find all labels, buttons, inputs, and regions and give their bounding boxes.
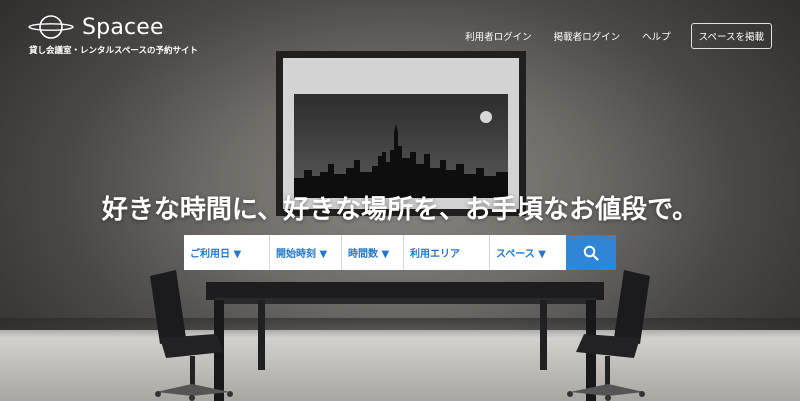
space-type-select[interactable]: スペース ▼: [490, 235, 566, 270]
hours-select[interactable]: 時間数 ▼: [342, 235, 404, 270]
search-bar: ご利用日 ▼ 開始時刻 ▼ 時間数 ▼ 利用エリア スペース ▼: [184, 235, 616, 270]
start-time-select[interactable]: 開始時刻 ▼: [270, 235, 342, 270]
floor-shadow: [0, 318, 800, 338]
planet-ring-icon: [28, 15, 74, 39]
brand-tagline: 貸し会議室・レンタルスペースの予約サイト: [29, 46, 198, 56]
floor: [0, 330, 800, 401]
skyline-photo: [294, 94, 508, 198]
header-nav: 利用者ログイン 掲載者ログイン ヘルプ スペースを掲載: [443, 23, 772, 49]
brand-name: Spacee: [82, 14, 164, 40]
office-chair-left: [150, 270, 233, 401]
search-icon: [583, 245, 599, 261]
date-select[interactable]: ご利用日 ▼: [184, 235, 270, 270]
help-link[interactable]: ヘルプ: [642, 29, 671, 43]
area-select[interactable]: 利用エリア: [404, 235, 490, 270]
hero-headline: 好きな時間に、好きな場所を、お手頃なお値段で。: [101, 195, 699, 225]
user-login-link[interactable]: 利用者ログイン: [465, 29, 532, 43]
list-space-button[interactable]: スペースを掲載: [690, 23, 772, 49]
skyline-image: [294, 94, 508, 198]
site-logo[interactable]: Spacee: [28, 14, 164, 40]
search-button[interactable]: [566, 235, 616, 270]
host-login-link[interactable]: 掲載者ログイン: [554, 29, 621, 43]
office-chair-right: [567, 270, 650, 401]
